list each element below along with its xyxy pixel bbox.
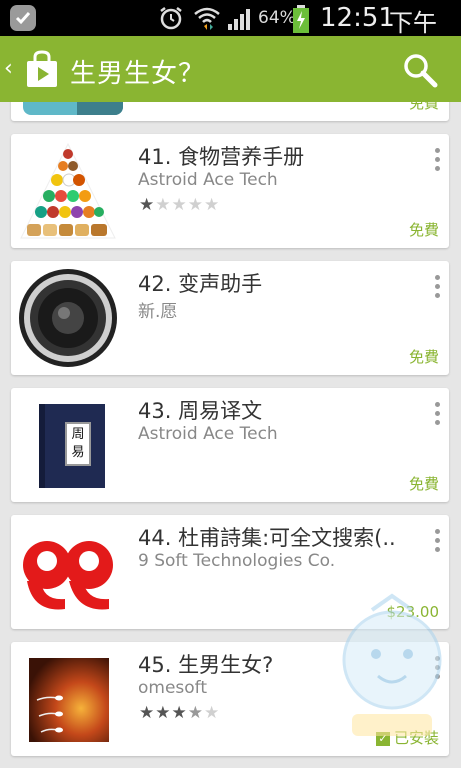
app-price[interactable]: 免費 (409, 219, 439, 240)
list-item[interactable]: 周易 43. 周易译文 Astroid Ace Tech 免費 (11, 388, 449, 502)
app-developer: 新.愿 (138, 302, 178, 322)
clock-ampm: 下午 (389, 9, 437, 37)
rating-stars: ★★★★★ (139, 195, 221, 215)
overflow-menu-icon[interactable] (435, 402, 441, 429)
app-developer: Astroid Ace Tech (138, 170, 278, 190)
overflow-menu-icon[interactable] (435, 148, 441, 175)
wifi-icon (194, 7, 220, 30)
overflow-menu-icon[interactable] (435, 529, 441, 556)
battery-charging-icon (293, 5, 309, 33)
book-label: 周易 (71, 427, 85, 460)
nine-soft-logo-thumbnail (23, 541, 113, 610)
app-thumbnail (17, 102, 123, 115)
signal-icon (228, 9, 250, 30)
page-title: 生男生女？ (70, 59, 206, 89)
app-developer: omesoft (138, 678, 208, 698)
list-item[interactable]: 41. 食物营养手册 Astroid Ace Tech ★★★★★ 免費 (11, 134, 449, 248)
sperm-egg-thumbnail (29, 658, 109, 742)
alarm-icon (160, 7, 182, 30)
app-title: 42. 变声助手 (138, 272, 263, 296)
app-title: 43. 周易译文 (138, 399, 263, 423)
action-bar: ‹ 生男生女？ (0, 36, 461, 102)
app-developer: 9 Soft Technologies Co. (138, 551, 336, 571)
search-icon[interactable] (402, 52, 438, 88)
app-title: 44. 杜甫詩集:可全文搜索(.. (138, 526, 396, 550)
list-item[interactable]: 免費 (11, 102, 449, 121)
app-developer: Astroid Ace Tech (138, 424, 278, 444)
status-bar: 64% 12:51 下午 (0, 0, 461, 37)
list-item[interactable]: 42. 变声助手 新.愿 免費 (11, 261, 449, 375)
app-price[interactable]: 免費 (409, 473, 439, 494)
app-price: 免費 (408, 102, 439, 112)
play-store-bag-icon[interactable] (22, 49, 62, 89)
app-price[interactable]: 免費 (409, 346, 439, 367)
speaker-thumbnail (19, 269, 117, 367)
food-pyramid-thumbnail (20, 142, 116, 239)
app-title: 41. 食物营养手册 (138, 145, 305, 169)
battery-percent: 64% (258, 8, 296, 28)
watermark-mascot-icon (342, 593, 442, 736)
app-notification-icon (10, 5, 36, 31)
rating-stars: ★★★★★ (139, 703, 221, 723)
book-thumbnail: 周易 (17, 394, 119, 496)
overflow-menu-icon[interactable] (435, 275, 441, 302)
clock: 12:51 (320, 3, 395, 33)
up-caret-icon[interactable]: ‹ (4, 56, 13, 81)
